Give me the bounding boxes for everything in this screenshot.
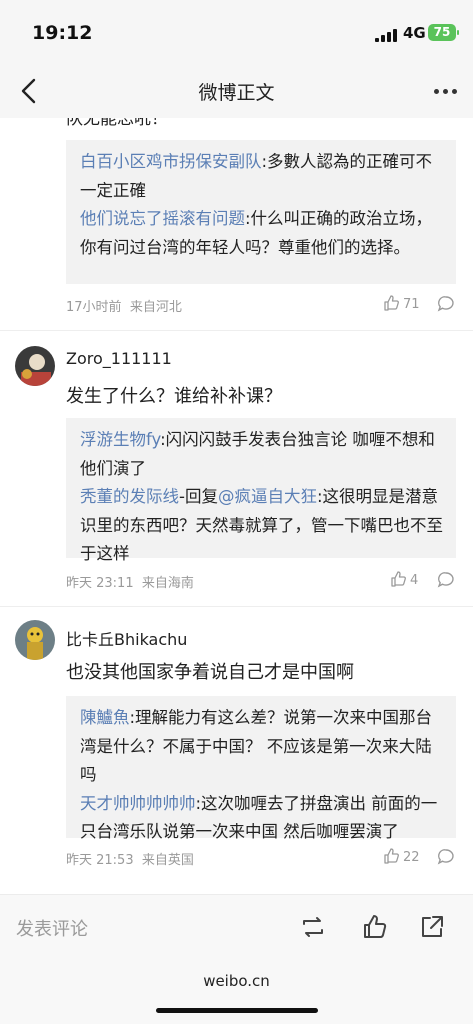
reply-icon[interactable] <box>437 295 455 313</box>
comment-time: 昨天 21:53 <box>66 853 134 868</box>
nav-bar: 微博正文 <box>0 64 473 118</box>
reply-item[interactable]: 天才帅帅帅帅帅:这次咖喱去了拼盘演出 前面的一只台湾乐队说第一次来中国 然后咖喱… <box>80 790 444 847</box>
comment-location: 来自海南 <box>141 576 194 591</box>
page-title: 微博正文 <box>198 82 275 104</box>
divider <box>0 330 473 331</box>
signal-icon <box>375 28 399 42</box>
like-count: 22 <box>403 850 420 865</box>
comment-list[interactable]: 队无能忘吼！ 白百小区鸡市拐保安副队:多數人認為的正確可不一定正確 他们说忘了摇… <box>0 118 473 894</box>
reply-item[interactable]: 白百小区鸡市拐保安副队:多數人認為的正確可不一定正確 <box>80 148 444 205</box>
comment-time: 17小时前 <box>66 300 122 315</box>
domain-label: weibo.cn <box>203 972 270 990</box>
reply-nickname[interactable]: 白百小区鸡市拐保安副队 <box>80 152 262 171</box>
repost-icon[interactable] <box>299 913 327 941</box>
status-time: 19:12 <box>32 22 93 44</box>
reply-item[interactable]: 陳鱸魚:理解能力有这么差？说第一次来中国那台湾是什么？不属于中国？ 不应该是第一… <box>80 704 444 790</box>
reply-nickname[interactable]: 浮游生物fy <box>80 430 160 449</box>
thumb-up-icon[interactable] <box>361 913 389 941</box>
network-type: 4G <box>403 24 426 42</box>
divider <box>0 606 473 607</box>
comment-meta: 昨天 23:11 来自海南 <box>66 572 194 591</box>
username[interactable]: Zoro_111111 <box>66 349 172 368</box>
like-button[interactable]: 22 <box>383 848 420 865</box>
comment-meta: 昨天 21:53 来自英国 <box>66 849 194 868</box>
reply-text: -回复 <box>179 487 218 506</box>
like-icon <box>384 295 399 311</box>
reply-mention[interactable]: @疯逼自大狂 <box>218 487 317 506</box>
like-icon <box>384 848 399 864</box>
battery-icon: 75 <box>428 24 459 41</box>
reply-nickname[interactable]: 秃董的发际线 <box>80 487 179 506</box>
bottom-action-bar: 发表评论 <box>0 894 473 959</box>
comment-meta: 17小时前 来自河北 <box>66 296 182 315</box>
comment-text: 也没其他国家争着说自己才是中国啊 <box>66 662 354 683</box>
comment-text: 发生了什么？谁给补补课？ <box>66 386 282 407</box>
reply-nickname[interactable]: 天才帅帅帅帅帅 <box>80 794 196 813</box>
like-button[interactable]: 71 <box>383 295 420 312</box>
reply-item[interactable]: 浮游生物fy:闪闪闪鼓手发表台独言论 咖喱不想和他们演了 <box>80 426 444 483</box>
reply-nickname[interactable]: 陳鱸魚 <box>80 708 130 727</box>
like-count: 71 <box>403 297 420 312</box>
comment-time: 昨天 23:11 <box>66 576 134 591</box>
like-count: 4 <box>410 573 419 588</box>
more-icon[interactable] <box>434 89 458 95</box>
partial-comment-text: 队无能忘吼！ <box>66 118 168 129</box>
reply-box[interactable]: 浮游生物fy:闪闪闪鼓手发表台独言论 咖喱不想和他们演了 秃董的发际线-回复@疯… <box>66 418 456 563</box>
comment-location: 来自英国 <box>141 853 194 868</box>
reply-text: :理解能力有这么差？说第一次来中国那台湾是什么？不属于中国？ 不应该是第一次来大… <box>80 708 433 784</box>
reply-nickname[interactable]: 他们说忘了摇滚有问题 <box>80 209 245 228</box>
avatar[interactable] <box>15 346 55 386</box>
compose-comment-input[interactable]: 发表评论 <box>16 915 88 941</box>
share-icon[interactable] <box>418 913 446 941</box>
like-button[interactable]: 4 <box>390 571 418 588</box>
avatar[interactable] <box>15 620 55 660</box>
home-indicator[interactable] <box>156 1008 318 1013</box>
reply-item[interactable]: 他们说忘了摇滚有问题:什么叫正确的政治立场，你有问过台湾的年轻人吗？尊重他们的选… <box>80 205 444 262</box>
reply-icon[interactable] <box>437 571 455 589</box>
username[interactable]: 比卡丘Bhikachu <box>66 626 187 650</box>
reply-item[interactable]: 秃董的发际线-回复@疯逼自大狂:这很明显是潜意识里的东西吧？天然毒就算了，管一下… <box>80 483 444 569</box>
comment-location: 来自河北 <box>129 300 182 315</box>
reply-box[interactable]: 白百小区鸡市拐保安副队:多數人認為的正確可不一定正確 他们说忘了摇滚有问题:什么… <box>66 140 456 284</box>
browser-footer: weibo.cn <box>0 958 473 1024</box>
reply-icon[interactable] <box>437 848 455 866</box>
reply-box[interactable]: 陳鱸魚:理解能力有这么差？说第一次来中国那台湾是什么？不属于中国？ 不应该是第一… <box>66 696 456 841</box>
status-bar: 19:12 4G 75 <box>0 0 473 64</box>
like-icon <box>391 571 406 587</box>
